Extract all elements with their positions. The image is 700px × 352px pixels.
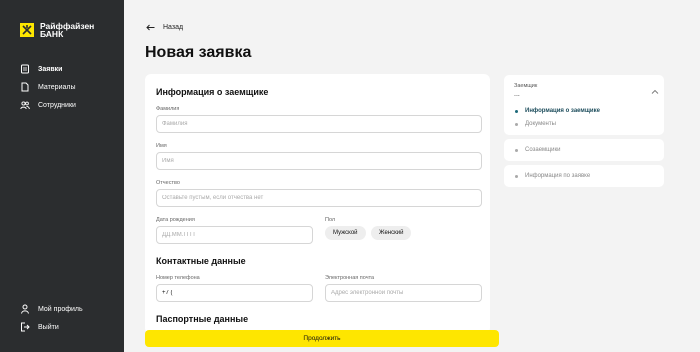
application-form-card: Информация о заемщике Фамилия Имя Отчест… (145, 74, 490, 334)
email-input[interactable] (325, 284, 482, 302)
step-documents[interactable]: Документы (515, 121, 556, 127)
step-request-info[interactable]: Информация по заявке (515, 173, 590, 179)
phone-label: Номер телефона (156, 275, 200, 281)
arrow-left-icon (146, 24, 155, 31)
chevron-up-icon[interactable] (651, 88, 659, 96)
sidebar-item-materials[interactable]: Материалы (20, 78, 76, 96)
step-dot (515, 148, 518, 152)
logo-icon (20, 23, 34, 37)
lastname-input[interactable] (156, 115, 482, 133)
step-label: Информация по заявке (525, 173, 591, 179)
step-borrower-info[interactable]: Информация о заемщике (515, 108, 600, 114)
document-icon (21, 64, 29, 74)
logo-line2: БАНК (40, 29, 64, 39)
sidebar-item-label: Выйти (38, 323, 59, 331)
step-coborrowers[interactable]: Созаемщики (515, 147, 560, 153)
sidebar-item-logout[interactable]: Выйти (20, 318, 83, 336)
firstname-label: Имя (156, 143, 167, 149)
patronymic-input[interactable] (156, 189, 482, 207)
bank-logo[interactable]: Райффайзен БАНК (20, 22, 94, 38)
sidebar: Райффайзен БАНК Заявки Материалы Сотрудн… (0, 0, 124, 352)
main-content: Назад Новая заявка Информация о заемщике… (124, 0, 700, 352)
borrower-step-value: ... (514, 91, 520, 98)
page-title: Новая заявка (145, 44, 252, 61)
borrower-section-title: Информация о заемщике (156, 87, 269, 97)
gender-label: Пол (325, 217, 336, 223)
sidebar-item-label: Мой профиль (38, 305, 83, 313)
logout-icon (21, 322, 30, 332)
borrower-step-label: Заемщик (514, 83, 538, 89)
sidebar-item-label: Материалы (38, 83, 76, 91)
step-label: Документы (525, 121, 556, 127)
patronymic-label: Отчество (156, 180, 180, 186)
contacts-section-title: Контактные данные (156, 256, 246, 266)
gender-male-option[interactable]: Мужской (325, 226, 366, 240)
sidebar-item-label: Заявки (38, 65, 63, 73)
sidebar-item-profile[interactable]: Мой профиль (20, 300, 83, 318)
gender-female-option[interactable]: Женский (371, 226, 412, 240)
logo-text: Райффайзен БАНК (40, 22, 94, 39)
step-label: Созаемщики (525, 147, 561, 153)
users-icon (20, 101, 30, 110)
user-icon (21, 304, 29, 314)
steps-borrower-card: Заемщик ... Информация о заемщике Докуме… (504, 75, 664, 135)
phone-input[interactable] (156, 284, 313, 302)
step-dot (515, 109, 518, 113)
email-label: Электронная почта (325, 275, 375, 281)
birthdate-label: Дата рождения (156, 217, 195, 223)
step-label: Информация о заемщике (525, 108, 600, 114)
steps-coborrowers-card[interactable]: Созаемщики (504, 139, 664, 161)
sidebar-item-employees[interactable]: Сотрудники (20, 96, 76, 114)
lastname-label: Фамилия (156, 106, 180, 112)
firstname-input[interactable] (156, 152, 482, 170)
back-label: Назад (163, 24, 184, 31)
birthdate-input[interactable] (156, 226, 313, 244)
step-dot (515, 122, 518, 126)
back-button[interactable]: Назад (146, 24, 183, 31)
sidebar-nav: Заявки Материалы Сотрудники (20, 60, 76, 114)
passport-section-title: Паспортные данные (156, 314, 249, 324)
sidebar-bottom-nav: Мой профиль Выйти (20, 300, 83, 336)
continue-button[interactable]: Продолжить (145, 330, 499, 347)
sidebar-item-requests[interactable]: Заявки (20, 60, 76, 78)
file-icon (21, 82, 29, 92)
steps-request-info-card[interactable]: Информация по заявке (504, 165, 664, 187)
sidebar-item-label: Сотрудники (38, 101, 76, 109)
step-dot (515, 174, 518, 178)
